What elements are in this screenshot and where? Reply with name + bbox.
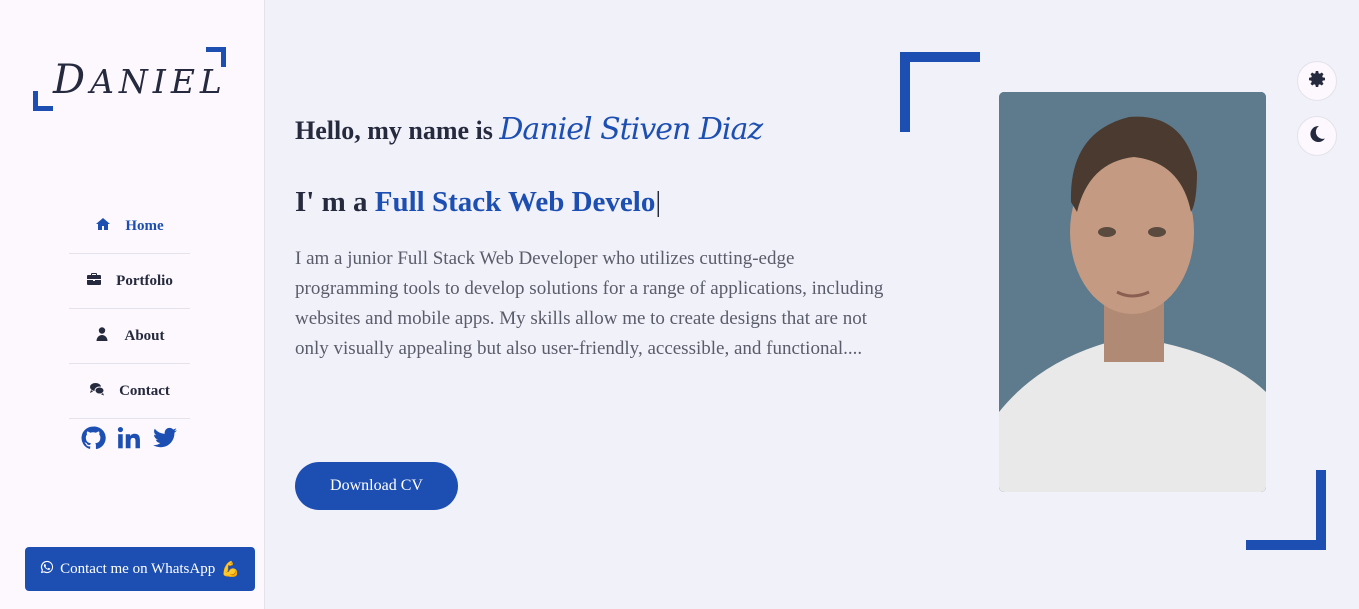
nav-item-label: Contact bbox=[119, 382, 170, 399]
nav-item-home[interactable]: Home bbox=[69, 199, 190, 254]
briefcase-icon bbox=[86, 271, 102, 292]
role-prefix: I' m a bbox=[295, 186, 368, 218]
gear-icon bbox=[1307, 69, 1327, 94]
download-cv-button[interactable]: Download CV bbox=[295, 462, 458, 510]
profile-photo bbox=[999, 92, 1266, 492]
nav-item-portfolio[interactable]: Portfolio bbox=[69, 254, 190, 309]
moon-icon bbox=[1307, 124, 1327, 149]
linkedin-icon[interactable] bbox=[116, 425, 142, 456]
role-typed-text: Full Stack Web Develo bbox=[374, 186, 656, 218]
whatsapp-contact-button[interactable]: Contact me on WhatsApp 💪 bbox=[25, 547, 255, 591]
nav-item-label: Home bbox=[125, 217, 164, 234]
nav-item-label: About bbox=[124, 327, 165, 344]
nav-item-label: Portfolio bbox=[116, 272, 173, 289]
social-links bbox=[80, 425, 178, 456]
logo[interactable]: DANIEL bbox=[33, 47, 226, 111]
main-nav: Home Portfolio About Contact bbox=[69, 199, 190, 419]
comments-icon bbox=[89, 381, 105, 402]
nav-item-about[interactable]: About bbox=[69, 309, 190, 364]
home-icon bbox=[95, 216, 111, 237]
hero-role: I' m a Full Stack Web Develo| bbox=[295, 186, 661, 219]
whatsapp-button-label: Contact me on WhatsApp bbox=[60, 560, 216, 577]
sidebar: DANIEL Home Portfolio About Contact Cont… bbox=[0, 0, 265, 609]
nav-item-contact[interactable]: Contact bbox=[69, 364, 190, 419]
logo-text: DANIEL bbox=[53, 57, 227, 103]
hero-name: Daniel Stiven Diaz bbox=[499, 112, 763, 147]
hero-description: I am a junior Full Stack Web Developer w… bbox=[295, 248, 884, 359]
theme-toggle-button[interactable] bbox=[1297, 116, 1337, 156]
github-icon[interactable] bbox=[80, 425, 106, 456]
flexed-bicep-emoji: 💪 bbox=[221, 561, 240, 578]
logo-bracket-bottom-left bbox=[33, 91, 53, 111]
user-icon bbox=[94, 326, 110, 347]
greeting-text: Hello, my name is bbox=[295, 116, 493, 145]
settings-button[interactable] bbox=[1297, 61, 1337, 101]
typing-cursor: | bbox=[655, 186, 662, 218]
hero-greeting: Hello, my name is Daniel Stiven Diaz bbox=[295, 112, 763, 147]
whatsapp-icon bbox=[40, 560, 54, 579]
photo-bracket-top-left bbox=[900, 52, 980, 132]
twitter-icon[interactable] bbox=[152, 425, 178, 456]
